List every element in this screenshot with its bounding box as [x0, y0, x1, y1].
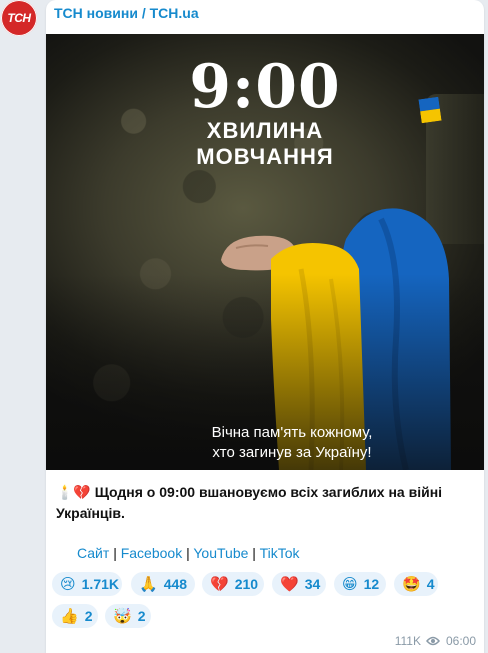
- avatar-text: ТСН: [7, 11, 31, 25]
- photo-headline-subtitle: ХВИЛИНА МОВЧАННЯ: [46, 118, 484, 170]
- headline-line-2: МОВЧАННЯ: [196, 144, 334, 169]
- reaction-mind-blown[interactable]: 🤯 2: [105, 604, 151, 628]
- post-time: 06:00: [445, 634, 476, 648]
- reaction-count: 1.71K: [81, 576, 119, 592]
- memory-line-1: Вічна пам'ять кожному,: [211, 424, 373, 441]
- crying-face-icon: 😢: [60, 576, 76, 593]
- link-separator: |: [186, 545, 190, 561]
- reaction-count: 12: [363, 576, 380, 592]
- site-link[interactable]: Сайт: [77, 545, 109, 561]
- exploding-head-icon: 🤯: [113, 608, 132, 625]
- eye-icon: [425, 636, 440, 646]
- thumbs-up-icon: 👍: [60, 608, 79, 625]
- reaction-count: 210: [234, 576, 259, 592]
- candle-heart-icon: 🕯️💔: [56, 484, 91, 500]
- message-text: 🕯️💔 Щодня о 09:00 вшановуємо всіх загибл…: [56, 482, 474, 524]
- star-struck-icon: 🤩: [402, 576, 421, 593]
- grinning-face-icon: 😁: [342, 576, 358, 593]
- reaction-count: 2: [137, 608, 146, 624]
- message-meta: 111K 06:00: [395, 634, 476, 648]
- view-count: 111K: [394, 634, 421, 648]
- channel-name[interactable]: ТСН новини / TCH.ua: [54, 5, 199, 21]
- reaction-thumbs-up[interactable]: 👍 2: [52, 604, 98, 628]
- broken-heart-icon: 💔: [210, 576, 229, 593]
- reaction-pray[interactable]: 🙏 448: [131, 572, 195, 596]
- youtube-link[interactable]: YouTube: [193, 545, 248, 561]
- praying-hands-icon: 🙏: [139, 576, 158, 593]
- reaction-count: 2: [84, 608, 93, 624]
- reaction-count: 4: [426, 576, 435, 592]
- headline-line-1: ХВИЛИНА: [206, 118, 324, 143]
- link-separator: |: [252, 545, 256, 561]
- link-separator: |: [113, 545, 117, 561]
- channel-avatar[interactable]: ТСН: [1, 0, 37, 36]
- photo-memory-text: Вічна пам'ять кожному, хто загинув за Ук…: [46, 423, 466, 463]
- tiktok-link[interactable]: TikTok: [260, 545, 300, 561]
- memory-line-2: хто загинув за Україну!: [212, 444, 372, 461]
- facebook-link[interactable]: Facebook: [121, 545, 182, 561]
- reaction-star-struck[interactable]: 🤩 4: [394, 572, 438, 596]
- links-row: Сайт | Facebook | YouTube | TikTok: [77, 545, 300, 561]
- reaction-crying[interactable]: 😢 1.71K: [52, 572, 122, 596]
- red-heart-icon: ❤️: [280, 576, 299, 593]
- reaction-count: 34: [304, 576, 321, 592]
- message-body: Щодня о 09:00 вшановуємо всіх загиблих н…: [56, 484, 443, 521]
- photo-headline-time: 9:00: [189, 52, 341, 122]
- reaction-grin[interactable]: 😁 12: [334, 572, 386, 596]
- reaction-count: 448: [163, 576, 188, 592]
- reaction-heart[interactable]: ❤️ 34: [272, 572, 326, 596]
- reaction-broken-heart[interactable]: 💔 210: [202, 572, 264, 596]
